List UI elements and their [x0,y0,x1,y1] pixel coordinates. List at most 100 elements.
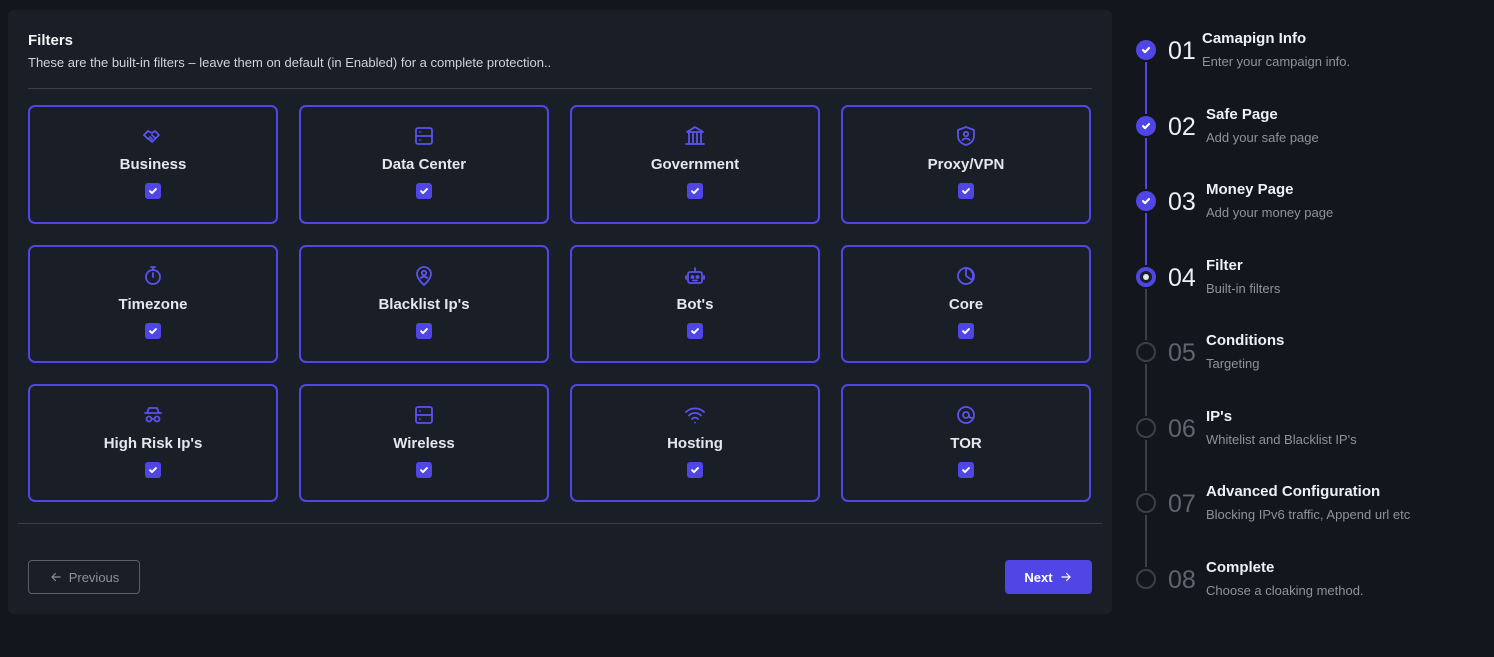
filter-label: Proxy/VPN [927,156,1005,173]
filter-card-blacklist-ip-s[interactable]: Blacklist Ip's [299,245,549,363]
step-description: Whitelist and Blacklist IP's [1206,432,1357,447]
arrow-right-icon [1060,572,1071,582]
filter-grid: Business Data Center Government Proxy/VPN Ti… [28,105,1091,502]
step-title: Safe Page [1206,106,1278,123]
step-05[interactable]: 05 Conditions Targeting [1136,332,1486,382]
step-title: Money Page [1206,181,1294,198]
filter-checkbox[interactable] [958,183,974,199]
filter-card-wireless[interactable]: Wireless [299,384,549,502]
step-description: Blocking IPv6 traffic, Append url etc [1206,507,1411,522]
step-number: 05 [1168,339,1196,367]
step-04[interactable]: 04 Filter Built-in filters [1136,257,1486,307]
step-number: 03 [1168,188,1196,216]
step-title: Conditions [1206,332,1285,349]
step-title: Camapign Info [1202,30,1307,47]
filter-card-government[interactable]: Government [570,105,820,224]
filters-subtitle: These are the built-in filters – leave t… [28,55,552,70]
filter-label: Business [119,156,187,173]
chart-pie-icon [953,263,979,289]
step-pending-indicator [1136,418,1156,438]
step-title: Filter [1206,257,1243,274]
filter-label: TOR [950,435,982,452]
filter-checkbox[interactable] [687,462,703,478]
handshake-icon [140,123,166,149]
filter-checkbox[interactable] [145,462,161,478]
step-number: 07 [1168,490,1196,518]
step-pending-indicator [1136,569,1156,589]
filter-label: Wireless [393,435,455,452]
filter-label: Timezone [118,296,188,313]
target-at-icon [953,402,979,428]
filters-panel: Filters These are the built-in filters –… [8,10,1112,614]
step-pending-indicator [1136,493,1156,513]
step-number: 01 [1168,37,1196,65]
step-description: Enter your campaign info. [1202,54,1351,69]
step-number: 04 [1168,264,1196,292]
step-pending-indicator [1136,342,1156,362]
shield-user-icon [953,123,979,149]
filter-card-timezone[interactable]: Timezone [28,245,278,363]
filter-label: Data Center [381,156,467,173]
filter-checkbox[interactable] [416,462,432,478]
step-number: 08 [1168,566,1196,594]
filter-checkbox[interactable] [958,323,974,339]
divider [28,88,1092,89]
step-01[interactable]: 01 Camapign Info Enter your campaign info. [1136,30,1486,80]
filter-checkbox[interactable] [145,183,161,199]
filter-checkbox[interactable] [687,183,703,199]
filter-card-proxy-vpn[interactable]: Proxy/VPN [841,105,1091,224]
spy-incognito-icon [140,402,166,428]
step-description: Targeting [1206,356,1260,371]
step-03[interactable]: 03 Money Page Add your money page [1136,181,1486,231]
filter-label: Hosting [667,435,723,452]
step-complete-check-icon [1136,116,1156,136]
server-icon [411,123,437,149]
filter-label: Government [650,156,740,173]
step-06[interactable]: 06 IP's Whitelist and Blacklist IP's [1136,408,1486,458]
wizard-stepper: 01 Camapign Info Enter your campaign info.… [1136,0,1486,657]
filter-label: Blacklist Ip's [378,296,470,313]
filter-card-hosting[interactable]: Hosting [570,384,820,502]
step-title: Advanced Configuration [1206,483,1381,500]
step-description: Built-in filters [1206,281,1281,296]
filter-card-high-risk-ip-s[interactable]: High Risk Ip's [28,384,278,502]
previous-button[interactable]: Previous [28,560,140,594]
step-number: 02 [1168,113,1196,141]
previous-button-label: Previous [68,569,120,585]
robot-icon [682,263,708,289]
filter-card-bot-s[interactable]: Bot's [570,245,820,363]
building-columns-icon [682,123,708,149]
filter-label: High Risk Ip's [103,435,203,452]
filter-card-core[interactable]: Core [841,245,1091,363]
step-description: Add your money page [1206,205,1334,220]
filters-title: Filters [28,32,74,49]
step-07[interactable]: 07 Advanced Configuration Blocking IPv6 tr… [1136,483,1486,533]
step-title: Complete [1206,559,1275,576]
step-complete-check-icon [1136,191,1156,211]
step-description: Add your safe page [1206,130,1319,145]
next-button[interactable]: Next [1005,560,1092,594]
step-title: IP's [1206,408,1233,425]
filter-checkbox[interactable] [416,183,432,199]
filter-label: Core [948,296,984,313]
next-button-label: Next [1024,569,1053,585]
filter-card-tor[interactable]: TOR [841,384,1091,502]
stopwatch-icon [140,263,166,289]
filter-checkbox[interactable] [145,323,161,339]
filter-card-data-center[interactable]: Data Center [299,105,549,224]
filter-checkbox[interactable] [958,462,974,478]
arrow-left-icon [51,572,61,582]
step-number: 06 [1168,415,1196,443]
filter-checkbox[interactable] [416,323,432,339]
filter-checkbox[interactable] [687,323,703,339]
filter-label: Bot's [676,296,714,313]
wifi-icon [682,402,708,428]
step-08[interactable]: 08 Complete Choose a cloaking method. [1136,559,1486,609]
filter-card-business[interactable]: Business [28,105,278,224]
step-complete-check-icon [1136,40,1156,60]
step-description: Choose a cloaking method. [1206,583,1364,598]
step-current-indicator [1136,267,1156,287]
map-pin-user-icon [411,263,437,289]
server-icon [411,402,437,428]
step-02[interactable]: 02 Safe Page Add your safe page [1136,106,1486,156]
